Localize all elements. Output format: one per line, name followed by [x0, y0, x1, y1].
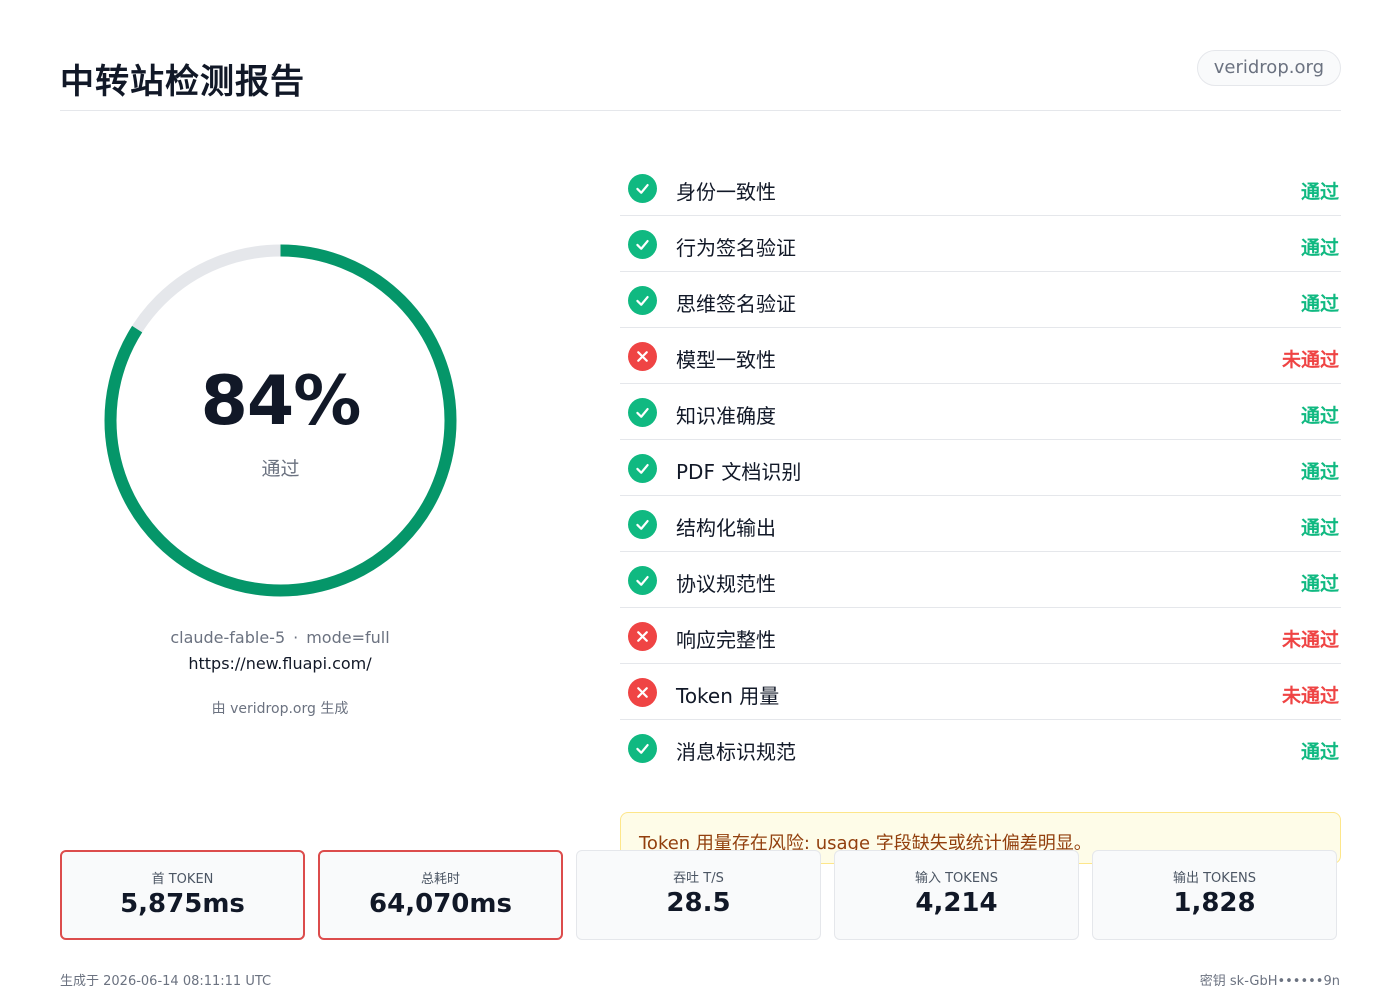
- model-info: claude-fable-5 · mode=full: [80, 628, 480, 647]
- check-row: PDF 文档识别 通过: [620, 440, 1341, 496]
- metric-card: 输出 TOKENS 1,828: [1092, 850, 1337, 940]
- metric-value: 64,070ms: [369, 889, 512, 919]
- metric-value: 28.5: [666, 888, 731, 918]
- check-circle-icon: [628, 734, 657, 763]
- check-label: Token 用量: [676, 684, 780, 708]
- check-label: 思维签名验证: [676, 292, 796, 316]
- check-label: 协议规范性: [676, 572, 776, 596]
- check-row: 思维签名验证 通过: [620, 272, 1341, 328]
- metric-label: 输入 TOKENS: [914, 871, 999, 886]
- check-circle-icon: [628, 454, 657, 483]
- metric-card: 总耗时 64,070ms: [318, 850, 563, 940]
- score-value: 84%: [200, 362, 362, 441]
- metric-card: 输入 TOKENS 4,214: [834, 850, 1079, 940]
- endpoint-url[interactable]: https://new.fluapi.com/: [80, 654, 480, 673]
- metric-label: 吞吐 T/S: [673, 871, 724, 886]
- metric-label: 首 TOKEN: [151, 872, 214, 887]
- check-row: 知识准确度 通过: [620, 384, 1341, 440]
- metric-card: 首 TOKEN 5,875ms: [60, 850, 305, 940]
- score-label: 通过: [261, 458, 300, 480]
- check-result: 未通过: [1281, 685, 1339, 707]
- check-row: 结构化输出 通过: [620, 496, 1341, 552]
- check-result: 通过: [1300, 293, 1339, 315]
- metric-value: 1,828: [1173, 888, 1256, 918]
- metric-card: 吞吐 T/S 28.5: [576, 850, 821, 940]
- check-result: 未通过: [1281, 629, 1339, 651]
- model-name: claude-fable-5: [170, 628, 286, 647]
- metric-value: 5,875ms: [120, 889, 245, 919]
- check-result: 通过: [1300, 741, 1339, 763]
- report-header: 中转站检测报告 veridrop.org: [60, 40, 1341, 111]
- check-row: 身份一致性 通过: [620, 160, 1341, 216]
- check-label: 知识准确度: [676, 404, 776, 428]
- metrics-row: 首 TOKEN 5,875ms 总耗时 64,070ms 吞吐 T/S 28.5 输入 TO…: [60, 850, 1341, 940]
- mode-value: mode=full: [306, 628, 390, 647]
- x-circle-icon: [628, 678, 657, 707]
- check-result: 通过: [1300, 461, 1339, 483]
- check-result: 通过: [1300, 573, 1339, 595]
- check-circle-icon: [628, 286, 657, 315]
- generated-timestamp: 生成于 2026-06-14 08:11:11 UTC: [60, 974, 272, 989]
- check-label: 消息标识规范: [676, 740, 796, 764]
- check-row: 消息标识规范 通过: [620, 720, 1341, 776]
- check-label: 行为签名验证: [676, 236, 796, 260]
- metric-label: 输出 TOKENS: [1172, 871, 1257, 886]
- check-result: 未通过: [1281, 349, 1339, 371]
- check-circle-icon: [628, 174, 657, 203]
- check-row: 响应完整性 未通过: [620, 608, 1341, 664]
- check-list: 身份一致性 通过 行为签名验证 通过 思维签名验证 通过 模型一致性 未通过 知识准确度 通过 PD…: [620, 160, 1341, 776]
- check-circle-icon: [628, 398, 657, 427]
- check-label: 响应完整性: [676, 628, 776, 652]
- api-key-masked: 密钥 sk-GbH••••••9n: [1199, 974, 1340, 989]
- x-circle-icon: [628, 342, 657, 371]
- check-circle-icon: [628, 230, 657, 259]
- generated-by: 由 veridrop.org 生成: [211, 701, 349, 717]
- check-label: 结构化输出: [676, 516, 776, 540]
- check-circle-icon: [628, 566, 657, 595]
- meta-separator: ·: [293, 628, 299, 647]
- check-row: 行为签名验证 通过: [620, 216, 1341, 272]
- check-circle-icon: [628, 510, 657, 539]
- check-result: 通过: [1300, 405, 1339, 427]
- check-row: 协议规范性 通过: [620, 552, 1341, 608]
- check-label: PDF 文档识别: [676, 460, 802, 484]
- check-label: 模型一致性: [676, 348, 776, 372]
- site-badge[interactable]: veridrop.org: [1196, 50, 1341, 86]
- page-title: 中转站检测报告: [60, 62, 305, 102]
- check-result: 通过: [1300, 181, 1339, 203]
- check-label: 身份一致性: [676, 180, 776, 204]
- check-row: 模型一致性 未通过: [620, 328, 1341, 384]
- check-result: 通过: [1300, 517, 1339, 539]
- check-result: 通过: [1300, 237, 1339, 259]
- x-circle-icon: [628, 622, 657, 651]
- metric-value: 4,214: [915, 888, 998, 918]
- metric-label: 总耗时: [420, 872, 460, 887]
- check-row: Token 用量 未通过: [620, 664, 1341, 720]
